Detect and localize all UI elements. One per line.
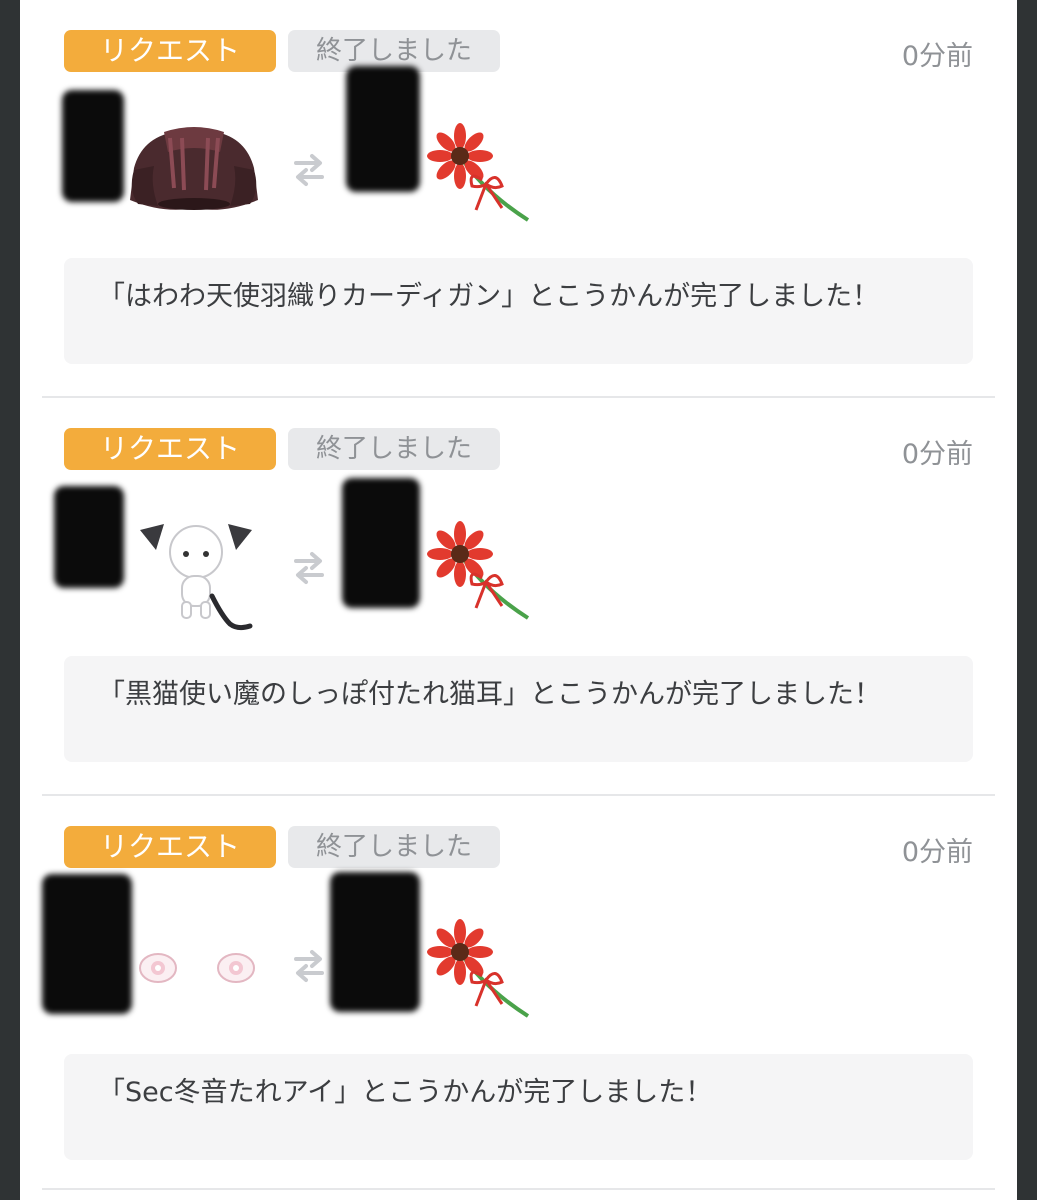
swap-arrows-icon [294, 950, 324, 982]
message-box: 「Sec冬音たれアイ」とこうかんが完了しました！ [64, 1054, 973, 1160]
divider [42, 1188, 995, 1190]
request-badge: リクエスト [64, 428, 276, 470]
request-badge: リクエスト [64, 30, 276, 72]
swap-arrows-icon [294, 154, 324, 186]
trade-entry[interactable]: リクエスト 終了しました 0分前 [20, 398, 1017, 796]
trade-complete-message: 「黒猫使い魔のしっぽ付たれ猫耳」とこうかんが完了しました！ [98, 679, 881, 710]
red-flower-icon[interactable] [424, 918, 532, 1018]
status-badge: 終了しました [288, 428, 500, 470]
trade-complete-message: 「はわわ天使羽織りカーディガン」とこうかんが完了しました！ [98, 281, 880, 312]
cat-ears-icon[interactable] [134, 516, 258, 634]
eyes-icon[interactable] [134, 946, 264, 990]
cardigan-icon[interactable] [124, 118, 264, 218]
trade-entry[interactable]: リクエスト 終了しました 0分前 [20, 796, 1017, 1194]
censored-avatar [42, 874, 132, 1014]
red-flower-icon[interactable] [424, 122, 532, 222]
message-box: 「はわわ天使羽織りカーディガン」とこうかんが完了しました！ [64, 258, 973, 364]
censored-avatar [54, 486, 124, 588]
censored-avatar [62, 90, 124, 202]
censored-avatar [346, 66, 420, 192]
message-box: 「黒猫使い魔のしっぽ付たれ猫耳」とこうかんが完了しました！ [64, 656, 973, 762]
timestamp: 0分前 [901, 41, 973, 72]
status-badge: 終了しました [288, 826, 500, 868]
timestamp: 0分前 [901, 837, 973, 868]
timestamp: 0分前 [901, 439, 973, 470]
censored-avatar [330, 872, 420, 1012]
red-flower-icon[interactable] [424, 520, 532, 620]
swap-arrows-icon [294, 552, 324, 584]
trade-complete-message: 「Sec冬音たれアイ」とこうかんが完了しました！ [98, 1077, 713, 1108]
censored-avatar [342, 478, 420, 608]
request-badge: リクエスト [64, 826, 276, 868]
trade-history-panel: リクエスト 終了しました 0分前 「はわわ天使羽織りカーディガン」とこうかんが完… [20, 0, 1017, 1200]
trade-entry[interactable]: リクエスト 終了しました 0分前 [20, 0, 1017, 398]
